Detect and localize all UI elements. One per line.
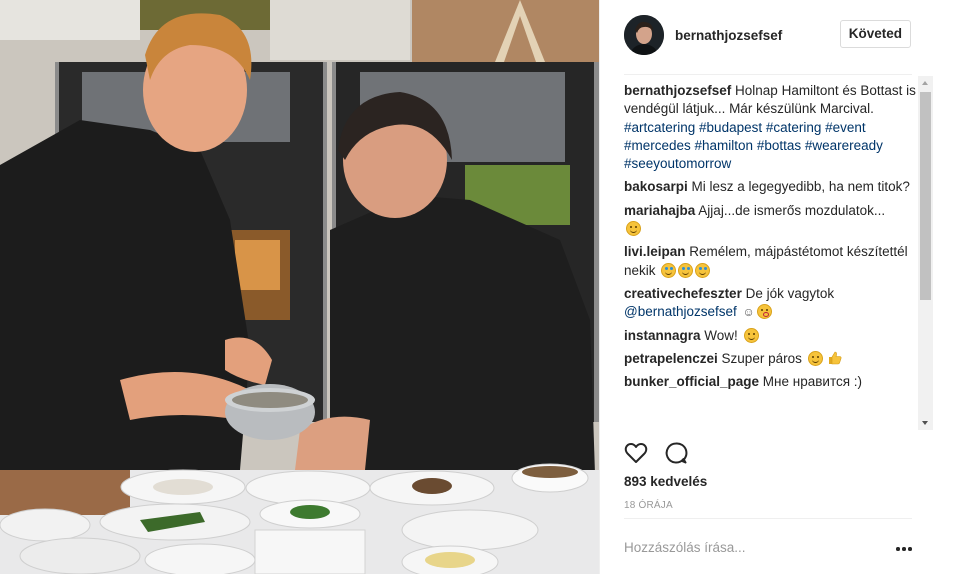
avatar-image xyxy=(624,15,664,55)
comment-text: De jók vagytok xyxy=(741,285,835,301)
post-header: bernathjozsefsef Követed xyxy=(600,0,935,70)
comment-item: petrapelenczei Szuper páros xyxy=(624,350,916,368)
comment-mention[interactable]: @bernathjozsefsef xyxy=(624,304,737,319)
comment-item: bakosarpi Mi lesz a legegyedibb, ha nem … xyxy=(624,178,916,196)
post-photo[interactable] xyxy=(0,0,599,574)
comment-list: bernathjozsefsef Holnap Hamiltont és Bot… xyxy=(624,82,916,430)
caption: bernathjozsefsef Holnap Hamiltont és Bot… xyxy=(624,82,916,173)
heart-icon[interactable] xyxy=(624,441,648,465)
avatar[interactable] xyxy=(624,15,664,55)
divider xyxy=(624,518,912,519)
comment-username[interactable]: livi.leipan xyxy=(624,244,686,259)
comment-item: creativechefeszter De jók vagytok @berna… xyxy=(624,285,916,322)
tears-of-joy-emoji-icon xyxy=(661,262,677,278)
comment-username[interactable]: bunker_official_page xyxy=(624,374,759,389)
small-smile-icon: ☺ xyxy=(742,305,755,320)
comment-text: Ajjaj...de ismerős mozdulatok... xyxy=(695,202,886,218)
comment-item: livi.leipan Remélem, májpástétomot készí… xyxy=(624,243,916,280)
tears-of-joy-emoji-icon xyxy=(695,262,711,278)
comment-text: Szuper páros xyxy=(717,350,802,366)
divider xyxy=(624,74,912,75)
more-options-icon[interactable] xyxy=(896,540,912,556)
kiss-emoji-icon xyxy=(756,304,772,320)
comment-username[interactable]: creativechefeszter xyxy=(624,286,742,301)
comment-username[interactable]: bakosarpi xyxy=(624,179,688,194)
scrollbar-thumb[interactable] xyxy=(920,92,931,300)
comment-username[interactable]: mariahajba xyxy=(624,203,695,218)
post-author-username[interactable]: bernathjozsefsef xyxy=(675,28,782,43)
smile-emoji-icon xyxy=(807,350,823,366)
comment-text: Мне нравится :) xyxy=(759,374,863,390)
comment-item: instannagra Wow! xyxy=(624,327,916,345)
photo-illustration xyxy=(0,0,599,574)
comment-text: Mi lesz a legegyedibb, ha nem titok? xyxy=(687,179,910,195)
thumbs-up-icon xyxy=(829,351,842,365)
comment-item: bunker_official_page Мне нравится :) xyxy=(624,373,916,391)
post-timestamp[interactable]: 18 ÓRÁJA xyxy=(624,500,673,511)
comment-text: Wow! xyxy=(700,327,738,343)
scroll-up-arrow-icon[interactable] xyxy=(922,81,928,85)
tears-of-joy-emoji-icon xyxy=(678,262,694,278)
comment-bubble-icon[interactable] xyxy=(664,441,688,465)
smile-emoji-icon xyxy=(626,221,641,237)
follow-button[interactable]: Követed xyxy=(839,20,911,48)
comment-username[interactable]: petrapelenczei xyxy=(624,351,718,366)
post-side-panel: bernathjozsefsef Követed bernathjozsefse… xyxy=(599,0,959,574)
caption-username[interactable]: bernathjozsefsef xyxy=(624,83,731,98)
likes-count[interactable]: 893 kedvelés xyxy=(624,474,707,489)
comment-item: mariahajba Ajjaj...de ismerős mozdulatok… xyxy=(624,202,916,239)
scroll-down-arrow-icon[interactable] xyxy=(922,421,928,425)
smile-emoji-icon xyxy=(743,327,759,343)
post-actions xyxy=(624,440,704,466)
comments-scrollbar[interactable] xyxy=(918,76,933,430)
comment-input[interactable]: Hozzászólás írása... xyxy=(624,540,746,555)
comment-username[interactable]: instannagra xyxy=(624,328,701,343)
caption-hashtags[interactable]: #artcatering #budapest #catering #event … xyxy=(624,120,883,172)
